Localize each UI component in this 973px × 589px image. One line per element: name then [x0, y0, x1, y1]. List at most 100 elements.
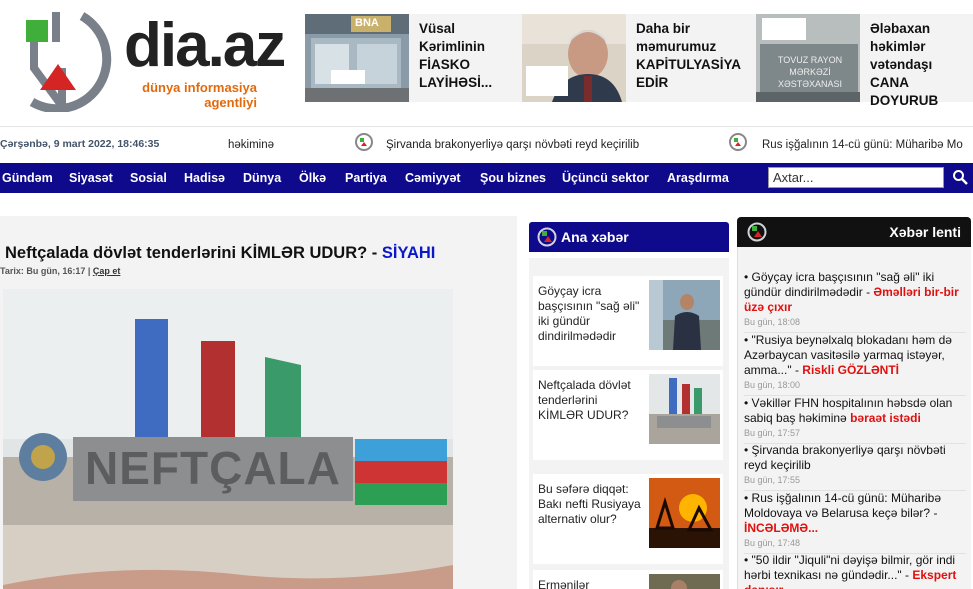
- feed-time: Bu gün, 17:48: [744, 538, 801, 548]
- nav-item-ucuncu-sektor[interactable]: Üçüncü sektor: [562, 171, 649, 185]
- top-news-image: [649, 478, 720, 548]
- promo-line: Ələbaxan: [870, 21, 931, 36]
- news-feed-item[interactable]: • Göyçay icra başçısının "sağ əli" iki g…: [744, 270, 966, 333]
- top-news-text[interactable]: Göyçay icra başçısının "sağ əli" iki gün…: [538, 284, 645, 344]
- promo-line: KAPİTULYASİYA: [636, 57, 742, 72]
- search-input[interactable]: [768, 167, 944, 188]
- top-news-text[interactable]: Neftçalada dövlət tenderlərini KİMLƏR UD…: [538, 378, 645, 423]
- article-title[interactable]: Neftçalada dövlət tenderlərini KİMLƏR UD…: [5, 244, 367, 262]
- feed-time: Bu gün, 17:57: [744, 428, 801, 438]
- top-news-image: [649, 574, 720, 589]
- current-date: Çərşənbə, 9 mart 2022, 18:46:35: [0, 138, 160, 150]
- nav-item-cemiyyet[interactable]: Cəmiyyət: [405, 171, 461, 185]
- feed-highlight[interactable]: Riskli GÖZLƏNTİ: [802, 363, 899, 377]
- brand-tagline-line1: dünya informasiya: [142, 80, 257, 95]
- promo-text: Vüsal Kərimlinin FİASKO LAYİHƏSİ...: [419, 20, 533, 92]
- top-news-card[interactable]: Bu səfərə diqqət: Bakı nefti Rusiyaya al…: [533, 474, 723, 564]
- article-date: Tarix: Bu gün, 16:17 |: [0, 266, 93, 276]
- promo-text: Daha bir məmurumuz KAPİTULYASİYA EDİR: [636, 20, 750, 92]
- feed-text[interactable]: Rus işğalının 14-cü günü: Müharibə Moldo…: [744, 491, 941, 520]
- promo-card[interactable]: BNA Vüsal Kərimlinin FİASKO LAYİHƏSİ...: [305, 14, 522, 102]
- dia-logo-icon: [747, 222, 767, 242]
- promo-line: məmurumuz: [636, 39, 717, 54]
- top-news-card[interactable]: Neftçalada dövlət tenderlərini KİMLƏR UD…: [533, 370, 723, 460]
- nav-item-siyaset[interactable]: Siyasət: [69, 171, 113, 185]
- feed-highlight[interactable]: İNCƏLƏMƏ...: [744, 521, 818, 535]
- news-feed-item[interactable]: • "Rusiya beynəlxalq blokadanı həm də Az…: [744, 333, 966, 396]
- dia-logo-icon: [26, 12, 112, 112]
- top-news-list: Göyçay icra başçısının "sağ əli" iki gün…: [529, 258, 729, 589]
- promo-line: DOYURUB: [870, 93, 939, 108]
- promo-card[interactable]: TOVUZ RAYON MƏRKƏZİ XƏSTƏXANASI Ələbaxan…: [756, 14, 973, 108]
- main-article: Neftçalada dövlət tenderlərini KİMLƏR UD…: [0, 216, 517, 589]
- nav-item-hadise[interactable]: Hadisə: [184, 171, 225, 185]
- page: dia.az dünya informasiya agentliyi BNA V…: [0, 0, 973, 589]
- nav-item-dunya[interactable]: Dünya: [243, 171, 281, 185]
- nav-item-sosial[interactable]: Sosial: [130, 171, 167, 185]
- promo-line: CANA: [870, 75, 909, 90]
- article-image: NEFTÇALA: [3, 289, 453, 589]
- news-feed-header: Xəbər lenti: [737, 217, 971, 247]
- nav-item-sou-biznes[interactable]: Şou biznes: [480, 171, 546, 185]
- promo-line: FİASKO: [419, 57, 471, 72]
- promo-image-sign: TOVUZ RAYON MƏRKƏZİ XƏSTƏXANASI: [777, 55, 843, 89]
- article-image-sign: NEFTÇALA: [85, 442, 341, 494]
- nav-item-arasdirma[interactable]: Araşdırma: [667, 171, 729, 185]
- promo-line: həkimlər: [870, 39, 926, 54]
- print-link[interactable]: Çap et: [93, 266, 121, 276]
- top-news-text[interactable]: Ermənilər: [538, 578, 645, 589]
- article-meta: Tarix: Bu gün, 16:17 | Çap et: [0, 266, 120, 276]
- promo-image: TOVUZ RAYON MƏRKƏZİ XƏSTƏXANASI: [756, 14, 860, 102]
- news-feed-item[interactable]: • "50 ildir "Jiquli"ni dəyişə bilmir, gö…: [744, 553, 966, 589]
- promo-card[interactable]: Daha bir məmurumuz KAPİTULYASİYA EDİR: [522, 14, 756, 102]
- promo-line: vətəndaşı: [870, 57, 933, 72]
- feed-highlight[interactable]: bəraət istədi: [850, 411, 921, 425]
- promo-image: [522, 14, 626, 102]
- top-news-text[interactable]: Bu səfərə diqqət: Bakı nefti Rusiyaya al…: [538, 482, 645, 527]
- article-separator: -: [367, 244, 382, 262]
- site-logo[interactable]: dia.az dünya informasiya agentliyi: [12, 6, 286, 114]
- feed-time: Bu gün, 18:00: [744, 380, 801, 390]
- dia-bullet-icon: [729, 133, 747, 151]
- top-news-card[interactable]: Ermənilər: [533, 570, 723, 589]
- promo-image-sign: BNA: [355, 17, 379, 29]
- news-feed-item[interactable]: • Rus işğalının 14-cü günü: Müharibə Mol…: [744, 491, 966, 554]
- news-feed-item[interactable]: • Şirvanda brakonyerliyə qarşı növbəti r…: [744, 443, 966, 491]
- article-category[interactable]: SİYAHI: [382, 244, 436, 262]
- feed-time: Bu gün, 18:08: [744, 317, 801, 327]
- promo-line: Daha bir: [636, 21, 691, 36]
- news-feed-title: Xəbər lenti: [889, 224, 961, 240]
- nav-item-olke[interactable]: Ölkə: [299, 171, 326, 185]
- top-news-header: Ana xəbər: [529, 222, 729, 252]
- nav-item-gundem[interactable]: Gündəm: [2, 171, 53, 185]
- search-icon[interactable]: [952, 169, 968, 185]
- promo-line: Kərimlinin: [419, 39, 486, 54]
- brand-tagline-line2: agentliyi: [204, 95, 257, 110]
- top-news-card[interactable]: Göyçay icra başçısının "sağ əli" iki gün…: [533, 276, 723, 366]
- news-feed: • Göyçay icra başçısının "sağ əli" iki g…: [737, 247, 971, 589]
- feed-time: Bu gün, 17:55: [744, 475, 801, 485]
- site-header: dia.az dünya informasiya agentliyi BNA V…: [0, 0, 973, 122]
- news-ticker: Çərşənbə, 9 mart 2022, 18:46:35 həkiminə…: [0, 126, 973, 161]
- promo-text: Ələbaxan həkimlər vətəndaşı CANA DOYURUB: [870, 20, 973, 110]
- ticker-item[interactable]: Rus işğalının 14-cü günü: Müharibə Mo: [762, 139, 963, 151]
- feed-text[interactable]: Şirvanda brakonyerliyə qarşı növbəti rey…: [744, 443, 946, 472]
- brand-tagline: dünya informasiya agentliyi: [127, 80, 257, 110]
- promo-line: EDİR: [636, 75, 669, 90]
- article-headline[interactable]: Neftçalada dövlət tenderlərini KİMLƏR UD…: [5, 244, 435, 263]
- promo-line: Vüsal: [419, 21, 456, 36]
- news-feed-item[interactable]: • Vəkillər FHN hospitalının həbsdə olan …: [744, 396, 966, 444]
- ticker-item[interactable]: həkiminə: [228, 139, 274, 151]
- dia-logo-icon: [537, 227, 557, 247]
- top-news-image: [649, 280, 720, 350]
- top-news-image: [649, 374, 720, 444]
- top-news-title: Ana xəbər: [561, 229, 629, 245]
- dia-bullet-icon: [355, 133, 373, 151]
- feed-text[interactable]: Vəkillər FHN hospitalının həbsdə olan sa…: [744, 396, 952, 425]
- main-nav: Gündəm Siyasət Sosial Hadisə Dünya Ölkə …: [0, 163, 973, 193]
- promo-line: LAYİHƏSİ...: [419, 75, 493, 90]
- promo-image: BNA: [305, 14, 409, 102]
- brand-name: dia.az: [124, 11, 286, 80]
- ticker-item[interactable]: Şirvanda brakonyerliyə qarşı növbəti rey…: [386, 139, 639, 151]
- nav-item-partiya[interactable]: Partiya: [345, 171, 387, 185]
